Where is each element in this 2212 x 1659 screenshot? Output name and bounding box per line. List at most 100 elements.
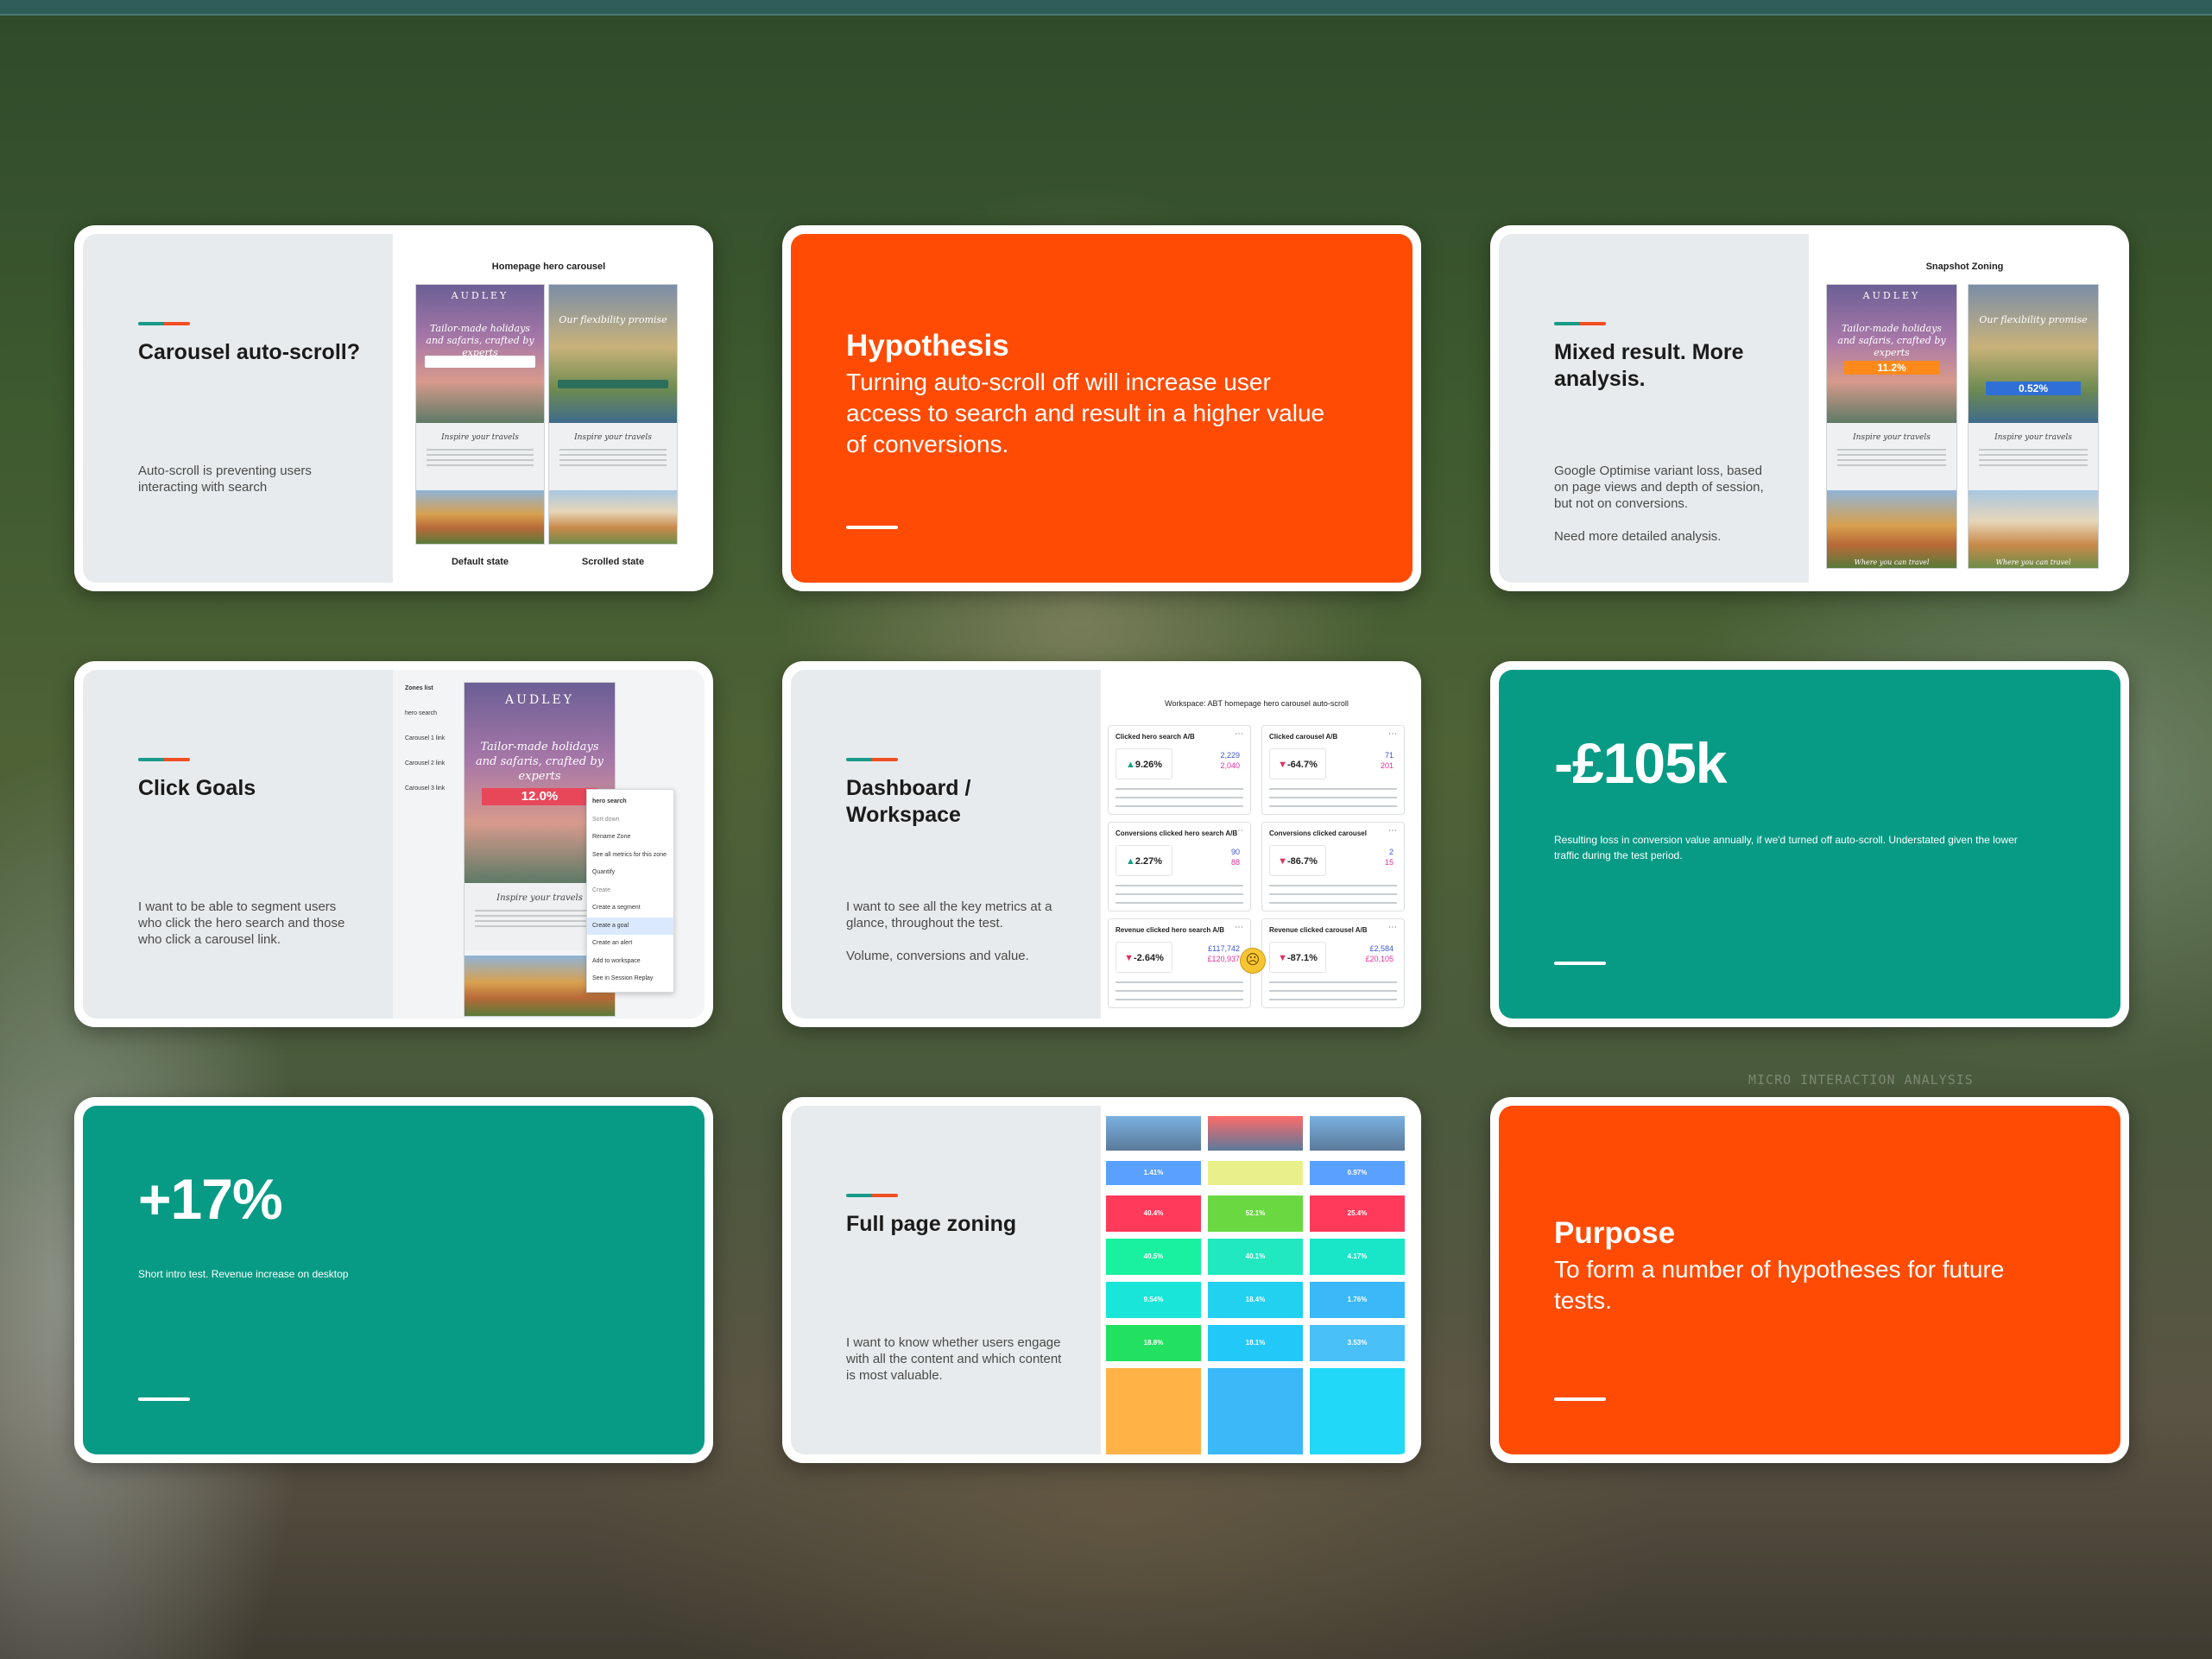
card-title: Click Goals xyxy=(138,776,256,800)
metric-value: -64.7% xyxy=(1287,760,1318,770)
zone-percentage: 11.2% xyxy=(1844,361,1939,375)
zone-percentage: 40.4% xyxy=(1106,1195,1201,1232)
card-screenshot-panel: Workspace: ABT homepage hero carousel au… xyxy=(1101,670,1413,1019)
metric-card[interactable]: Revenue clicked carousel A/B ⋯ ▼-87.1% £… xyxy=(1261,918,1405,1008)
metric-description: Resulting loss in conversion value annua… xyxy=(1554,834,2018,861)
hero-image xyxy=(1969,285,2098,423)
menu-item-selected[interactable]: Create a goal xyxy=(587,917,673,935)
zoning-column: 1.41% 40.4% 40.5% 9.54% 18.8% xyxy=(1106,1116,1201,1454)
brand-logo: AUDLEY xyxy=(1862,290,1921,301)
card-description: I want to be able to segment users who c… xyxy=(138,899,345,947)
menu-item[interactable]: hero search xyxy=(592,793,668,811)
card-description-note: Volume, conversions and value. xyxy=(846,949,1029,963)
card-text-panel: Carousel auto-scroll? Auto-scroll is pre… xyxy=(83,234,393,583)
more-icon[interactable]: ⋯ xyxy=(1235,826,1243,836)
accent-bar xyxy=(846,758,898,761)
card-carousel-auto-scroll[interactable]: Carousel auto-scroll? Auto-scroll is pre… xyxy=(74,225,713,591)
zone-percentage: 1.76% xyxy=(1310,1282,1405,1318)
zone-percentage: 0.52% xyxy=(1986,382,2081,395)
workspace-label: Workspace: ABT homepage hero carousel au… xyxy=(1165,699,1349,708)
zone-percentage: 25.4% xyxy=(1310,1195,1405,1232)
destination-photo xyxy=(549,490,677,544)
brand-logo: AUDLEY xyxy=(505,693,574,707)
zones-list-item[interactable]: hero search xyxy=(405,710,457,716)
hero-cta-button xyxy=(558,380,668,388)
card-title: Dashboard / Workspace xyxy=(846,776,971,827)
metric-count-b: 15 xyxy=(1384,858,1394,867)
card-mixed-result[interactable]: Mixed result. More analysis. Google Opti… xyxy=(1490,225,2129,591)
zone-percentage: 52.1% xyxy=(1208,1195,1303,1232)
zones-list-title: Zones list xyxy=(405,685,433,691)
metric-title: Revenue clicked hero search A/B xyxy=(1115,926,1224,934)
menu-item[interactable]: Add to workspace xyxy=(592,953,668,971)
zone-percentage xyxy=(1208,1368,1303,1454)
more-icon[interactable]: ⋯ xyxy=(1235,923,1243,932)
zoning-column: 52.1% 40.1% 18.4% 18.1% xyxy=(1208,1116,1303,1454)
metric-value: -87.1% xyxy=(1287,953,1318,963)
menu-item[interactable]: See in Session Replay xyxy=(592,970,668,988)
metric-title: Clicked carousel A/B xyxy=(1269,733,1338,741)
menu-item[interactable]: See all metrics for this zone xyxy=(592,847,668,865)
metric-value: 9.26% xyxy=(1134,760,1163,770)
card-hypothesis[interactable]: Hypothesis Turning auto-scroll off will … xyxy=(782,225,1421,591)
hero-tagline: Our flexibility promise xyxy=(1979,314,2088,325)
metric-card[interactable]: Conversions clicked hero search A/B ⋯ ▲2… xyxy=(1108,822,1251,912)
more-icon[interactable]: ⋯ xyxy=(1388,729,1397,739)
menu-section: Sort down xyxy=(592,816,620,823)
card-description: Auto-scroll is preventing users interact… xyxy=(138,464,312,495)
card-revenue-increase[interactable]: +17% Short intro test. Revenue increase … xyxy=(74,1097,713,1463)
menu-item[interactable]: Create a segment xyxy=(592,899,668,918)
metric-description: Short intro test. Revenue increase on de… xyxy=(138,1268,349,1280)
card-screenshot-panel: Zones list hero search Carousel 1 link C… xyxy=(393,670,705,1019)
destination-photo xyxy=(1827,490,1956,568)
menu-item[interactable]: Quantify xyxy=(592,864,668,882)
zone-percentage: 9.54% xyxy=(1106,1282,1201,1318)
card-full-page-zoning[interactable]: Full page zoning I want to know whether … xyxy=(782,1097,1421,1463)
card-dashboard-workspace[interactable]: Dashboard / Workspace I want to see all … xyxy=(782,661,1421,1027)
phone-default-state: AUDLEY Tailor-made holidays and safaris,… xyxy=(415,284,545,545)
card-body: To form a number of hypotheses for futur… xyxy=(1554,1256,2005,1314)
trend-down-icon: ▼ xyxy=(1278,760,1288,770)
zone-percentage: 18.8% xyxy=(1106,1325,1201,1361)
phone-scrolled-state: Our flexibility promise Inspire your tra… xyxy=(548,284,678,545)
card-description: Google Optimise variant loss, based on p… xyxy=(1554,464,1764,511)
more-icon[interactable]: ⋯ xyxy=(1388,923,1397,932)
metric-card[interactable]: Clicked hero search A/B ⋯ ▲9.26% 2,229 2,… xyxy=(1108,725,1251,815)
photo-caption: Where you can travel xyxy=(1995,558,2071,566)
zones-list: Zones list hero search Carousel 1 link C… xyxy=(405,685,457,811)
card-loss-value[interactable]: -£105k Resulting loss in conversion valu… xyxy=(1490,661,2129,1027)
window-top-bar xyxy=(0,0,2212,16)
card-title: Full page zoning xyxy=(846,1212,1017,1236)
zones-list-item[interactable]: Carousel 3 link xyxy=(405,785,457,792)
big-metric: -£105k xyxy=(1554,731,1728,795)
zone-percentage: 12.0% xyxy=(482,788,597,805)
destination-photo xyxy=(1969,490,2098,568)
section-title: Inspire your travels xyxy=(1853,433,1931,442)
trend-up-icon: ▲ xyxy=(1125,760,1135,770)
metric-count-b: 201 xyxy=(1380,761,1394,770)
metric-card[interactable]: Revenue clicked hero search A/B ⋯ ▼-2.64… xyxy=(1108,918,1251,1008)
background-caption: MICRO INTERACTION ANALYSIS xyxy=(1748,1072,1974,1088)
trend-down-icon: ▼ xyxy=(1278,856,1288,867)
zones-list-item[interactable]: Carousel 1 link xyxy=(405,735,457,741)
metric-card[interactable]: Clicked carousel A/B ⋯ ▼-64.7% 71 201 xyxy=(1261,725,1405,815)
zone-percentage xyxy=(1208,1161,1303,1185)
more-icon[interactable]: ⋯ xyxy=(1388,826,1397,836)
card-click-goals[interactable]: Click Goals I want to be able to segment… xyxy=(74,661,713,1027)
zones-list-item[interactable]: Carousel 2 link xyxy=(405,760,457,766)
menu-item[interactable]: Rename Zone xyxy=(592,829,668,847)
card-description: I want to know whether users engage with… xyxy=(846,1335,1062,1383)
metric-card[interactable]: Conversions clicked carousel ⋯ ▼-86.7% 2… xyxy=(1261,822,1405,912)
card-purpose[interactable]: Purpose To form a number of hypotheses f… xyxy=(1490,1097,2129,1463)
zone-percentage: 3.53% xyxy=(1310,1325,1405,1361)
trend-down-icon: ▼ xyxy=(1124,953,1134,963)
menu-item[interactable]: Create an alert xyxy=(592,935,668,953)
zone-percentage: 18.1% xyxy=(1208,1325,1303,1361)
section-title: Inspire your travels xyxy=(441,433,519,442)
more-icon[interactable]: ⋯ xyxy=(1235,729,1243,739)
accent-bar xyxy=(1554,322,1606,325)
metric-count-b: 2,040 xyxy=(1220,761,1240,770)
metric-count-b: 88 xyxy=(1230,858,1240,867)
card-text-panel: Click Goals I want to be able to segment… xyxy=(83,670,393,1019)
card-description: I want to see all the key metrics at a g… xyxy=(846,899,1052,930)
